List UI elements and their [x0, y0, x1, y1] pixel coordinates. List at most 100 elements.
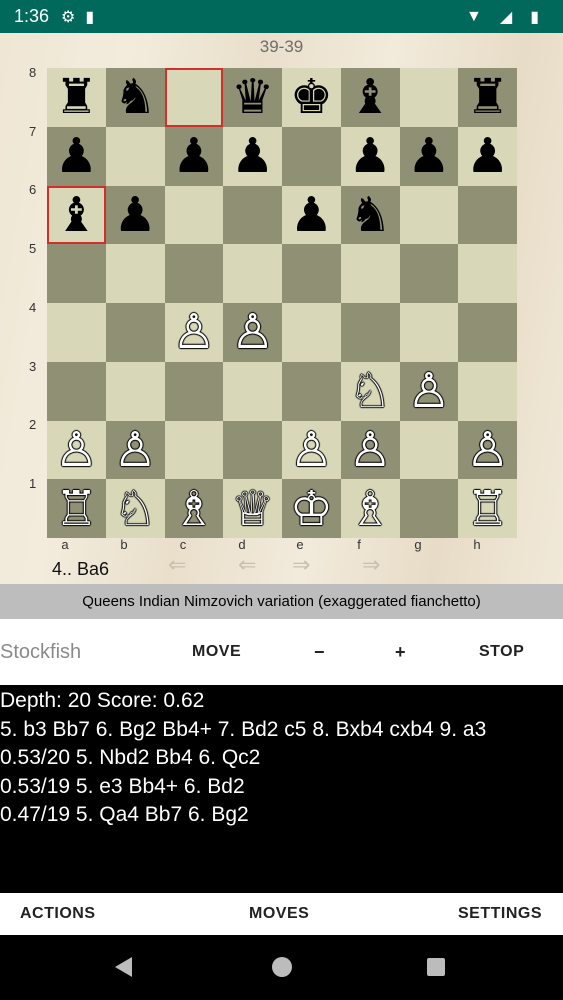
square-h4[interactable]	[458, 303, 517, 362]
recents-icon[interactable]	[427, 958, 445, 976]
settings-button[interactable]: SETTINGS	[458, 905, 542, 923]
square-f8[interactable]: ♝	[340, 68, 400, 127]
square-g7[interactable]: ♟	[399, 126, 459, 186]
square-a4[interactable]	[47, 303, 106, 362]
square-a1[interactable]: ♖	[47, 479, 106, 538]
black-bishop-icon[interactable]: ♝	[349, 73, 392, 121]
black-bishop-icon[interactable]: ♝	[55, 191, 98, 239]
square-f1[interactable]: ♗	[340, 479, 400, 538]
goto-end-arrow-icon[interactable]: ⇒	[362, 552, 380, 578]
white-bishop-icon[interactable]: ♗	[349, 485, 392, 533]
square-a6[interactable]: ♝	[47, 185, 106, 245]
home-icon[interactable]	[272, 957, 292, 977]
moves-button[interactable]: MOVES	[249, 905, 309, 923]
black-pawn-icon[interactable]: ♟	[290, 191, 333, 239]
white-pawn-icon[interactable]: ♙	[407, 367, 450, 415]
black-rook-icon[interactable]: ♜	[55, 73, 98, 121]
square-e8[interactable]: ♚	[282, 68, 341, 127]
goto-start-arrow-icon[interactable]: ⇐	[168, 552, 186, 578]
square-e3[interactable]	[282, 361, 341, 421]
chess-board[interactable]: ♜ ♞ ♛ ♚ ♝ ♜ ♟ ♟ ♟ ♟ ♟ ♟ ♝ ♟ ♟ ♞ ♙ ♙ ♘ ♙ ♙ ♙ ♙ ♙ ♙ ♖ ♘ ♗ ♕ ♔ ♗ ♖	[47, 68, 517, 538]
black-pawn-icon[interactable]: ♟	[172, 132, 215, 180]
white-rook-icon[interactable]: ♖	[466, 485, 509, 533]
square-e2[interactable]: ♙	[282, 420, 341, 480]
forward-arrow-icon[interactable]: ⇒	[292, 552, 310, 578]
square-f4[interactable]	[340, 303, 400, 362]
square-g1[interactable]	[399, 479, 459, 538]
black-pawn-icon[interactable]: ♟	[55, 132, 98, 180]
square-b3[interactable]	[105, 361, 165, 421]
white-pawn-icon[interactable]: ♙	[349, 426, 392, 474]
square-c8[interactable]	[164, 68, 224, 127]
square-d3[interactable]	[223, 361, 282, 421]
black-knight-icon[interactable]: ♞	[349, 191, 392, 239]
white-bishop-icon[interactable]: ♗	[172, 485, 215, 533]
square-c6[interactable]	[164, 185, 224, 245]
square-c5[interactable]	[164, 244, 224, 303]
actions-button[interactable]: ACTIONS	[20, 905, 96, 923]
white-knight-icon[interactable]: ♘	[114, 485, 157, 533]
square-a7[interactable]: ♟	[47, 126, 106, 186]
square-e4[interactable]	[282, 303, 341, 362]
black-queen-icon[interactable]: ♛	[231, 73, 274, 121]
square-a2[interactable]: ♙	[47, 420, 106, 480]
square-c2[interactable]	[164, 420, 224, 480]
square-d8[interactable]: ♛	[223, 68, 282, 127]
square-d6[interactable]	[223, 185, 282, 245]
increase-button[interactable]: +	[395, 642, 406, 663]
square-c7[interactable]: ♟	[164, 126, 224, 186]
black-pawn-icon[interactable]: ♟	[466, 132, 509, 180]
white-knight-icon[interactable]: ♘	[349, 367, 392, 415]
square-a5[interactable]	[47, 244, 106, 303]
square-c3[interactable]	[164, 361, 224, 421]
black-knight-icon[interactable]: ♞	[114, 73, 157, 121]
square-g3[interactable]: ♙	[399, 361, 459, 421]
square-d5[interactable]	[223, 244, 282, 303]
stop-button[interactable]: STOP	[479, 643, 524, 661]
white-pawn-icon[interactable]: ♙	[172, 308, 215, 356]
white-queen-icon[interactable]: ♕	[231, 485, 274, 533]
square-b1[interactable]: ♘	[105, 479, 165, 538]
square-h5[interactable]	[458, 244, 517, 303]
square-b5[interactable]	[105, 244, 165, 303]
white-pawn-icon[interactable]: ♙	[231, 308, 274, 356]
square-d7[interactable]: ♟	[223, 126, 282, 186]
black-king-icon[interactable]: ♚	[290, 73, 333, 121]
square-h3[interactable]	[458, 361, 517, 421]
square-c4[interactable]: ♙	[164, 303, 224, 362]
square-h1[interactable]: ♖	[458, 479, 517, 538]
back-arrow-icon[interactable]: ⇐	[238, 552, 256, 578]
white-king-icon[interactable]: ♔	[290, 485, 333, 533]
white-pawn-icon[interactable]: ♙	[290, 426, 333, 474]
black-pawn-icon[interactable]: ♟	[407, 132, 450, 180]
decrease-button[interactable]: −	[314, 642, 325, 663]
square-b2[interactable]: ♙	[105, 420, 165, 480]
square-d4[interactable]: ♙	[223, 303, 282, 362]
square-b4[interactable]	[105, 303, 165, 362]
black-pawn-icon[interactable]: ♟	[349, 132, 392, 180]
square-d1[interactable]: ♕	[223, 479, 282, 538]
square-h8[interactable]: ♜	[458, 68, 517, 127]
square-f6[interactable]: ♞	[340, 185, 400, 245]
square-b6[interactable]: ♟	[105, 185, 165, 245]
back-icon[interactable]	[115, 957, 132, 977]
black-pawn-icon[interactable]: ♟	[114, 191, 157, 239]
square-g6[interactable]	[399, 185, 459, 245]
square-g4[interactable]	[399, 303, 459, 362]
square-f5[interactable]	[340, 244, 400, 303]
black-rook-icon[interactable]: ♜	[466, 73, 509, 121]
square-b7[interactable]	[105, 126, 165, 186]
square-f7[interactable]: ♟	[340, 126, 400, 186]
square-g8[interactable]	[399, 68, 459, 127]
engine-name[interactable]: Stockfish	[0, 641, 81, 664]
white-rook-icon[interactable]: ♖	[55, 485, 98, 533]
square-f3[interactable]: ♘	[340, 361, 400, 421]
square-e6[interactable]: ♟	[282, 185, 341, 245]
square-a8[interactable]: ♜	[47, 68, 106, 127]
square-e1[interactable]: ♔	[282, 479, 341, 538]
square-e7[interactable]	[282, 126, 341, 186]
white-pawn-icon[interactable]: ♙	[114, 426, 157, 474]
square-b8[interactable]: ♞	[105, 68, 165, 127]
square-h2[interactable]: ♙	[458, 420, 517, 480]
square-g2[interactable]	[399, 420, 459, 480]
